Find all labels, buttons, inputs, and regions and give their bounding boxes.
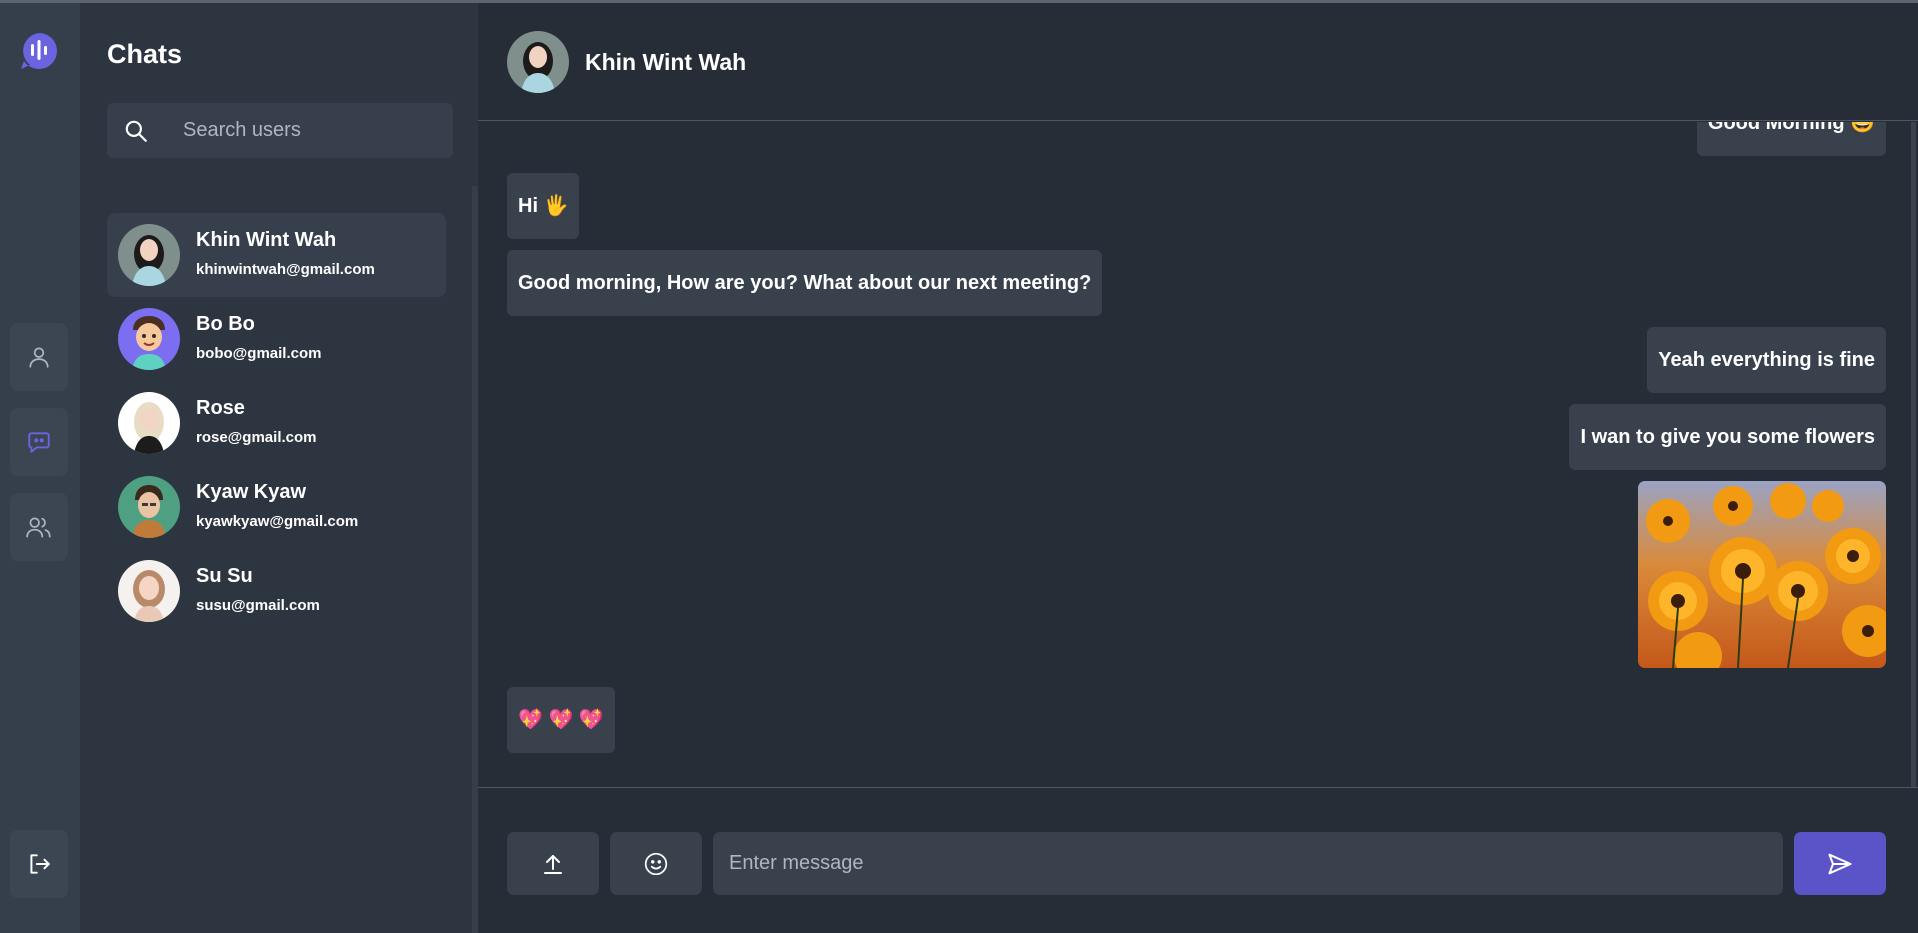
contact-name: Bo Bo xyxy=(196,313,255,335)
message-input-box[interactable] xyxy=(713,832,1783,895)
chat-item[interactable]: Bo Bo bobo@gmail.com xyxy=(107,297,446,381)
avatar[interactable] xyxy=(507,31,569,93)
avatar xyxy=(118,308,180,370)
chat-item[interactable]: Kyaw Kyaw kyawkyaw@gmail.com xyxy=(107,465,446,549)
chat-item[interactable]: Su Su susu@gmail.com xyxy=(107,549,446,633)
logout-button[interactable] xyxy=(10,830,68,898)
contact-name: Kyaw Kyaw xyxy=(196,481,307,503)
app-logo-icon[interactable] xyxy=(19,31,59,71)
avatar xyxy=(118,392,180,454)
composer-divider xyxy=(478,787,1918,788)
conversation-contact-name: Khin Wint Wah xyxy=(585,49,747,75)
message-list: Good Morning 🤩 Hi 🖐 Good morning, How ar… xyxy=(478,122,1918,787)
avatar xyxy=(118,224,180,286)
nav-chats-button[interactable] xyxy=(10,408,68,476)
message-bubble: 💖 💖 💖 xyxy=(507,687,615,753)
send-icon xyxy=(1828,853,1852,874)
nav-rail xyxy=(0,3,80,933)
search-input[interactable] xyxy=(183,103,443,158)
conversation-area: Khin Wint Wah Good Morning 🤩 Hi 🖐 Good m… xyxy=(478,3,1918,933)
contact-name: Khin Wint Wah xyxy=(196,229,337,251)
logout-icon xyxy=(30,854,50,874)
chat-item[interactable]: Khin Wint Wah khinwintwah@gmail.com xyxy=(107,213,446,297)
send-button[interactable] xyxy=(1794,832,1886,895)
nav-contacts-button[interactable] xyxy=(10,493,68,561)
message-bubble: Hi 🖐 xyxy=(507,173,580,239)
avatar xyxy=(118,560,180,622)
user-icon xyxy=(29,347,49,368)
message-bubble: Yeah everything is fine xyxy=(1647,327,1886,393)
contact-email: bobo@gmail.com xyxy=(196,345,322,362)
message-bubble: Good morning, How are you? What about ou… xyxy=(507,250,1103,316)
upload-button[interactable] xyxy=(507,832,599,895)
upload-icon xyxy=(544,854,562,874)
message-input[interactable] xyxy=(729,832,1769,895)
contact-email: susu@gmail.com xyxy=(196,597,320,614)
message-image[interactable] xyxy=(1638,481,1886,668)
nav-profile-button[interactable] xyxy=(10,323,68,391)
search-icon xyxy=(125,120,147,142)
contact-email: rose@gmail.com xyxy=(196,429,317,446)
message-bubble: Good Morning 🤩 xyxy=(1696,122,1886,156)
smiley-icon xyxy=(644,852,668,875)
conversation-header: Khin Wint Wah xyxy=(478,3,1918,121)
users-group-icon xyxy=(26,517,51,538)
contact-name: Su Su xyxy=(196,565,253,587)
emoji-button[interactable] xyxy=(610,832,702,895)
message-scrollbar[interactable] xyxy=(1911,122,1916,787)
chat-bubble-icon xyxy=(28,432,50,453)
search-box[interactable] xyxy=(107,103,453,158)
contact-email: khinwintwah@gmail.com xyxy=(196,261,375,278)
message-bubble: I wan to give you some flowers xyxy=(1569,404,1886,470)
contact-name: Rose xyxy=(196,397,245,419)
contact-email: kyawkyaw@gmail.com xyxy=(196,513,359,530)
panel-title: Chats xyxy=(107,39,183,69)
avatar xyxy=(118,476,180,538)
chats-panel: Chats Khin Wint Wah khinwintwah@gmail.co… xyxy=(80,3,478,933)
chat-item[interactable]: Rose rose@gmail.com xyxy=(107,381,446,465)
